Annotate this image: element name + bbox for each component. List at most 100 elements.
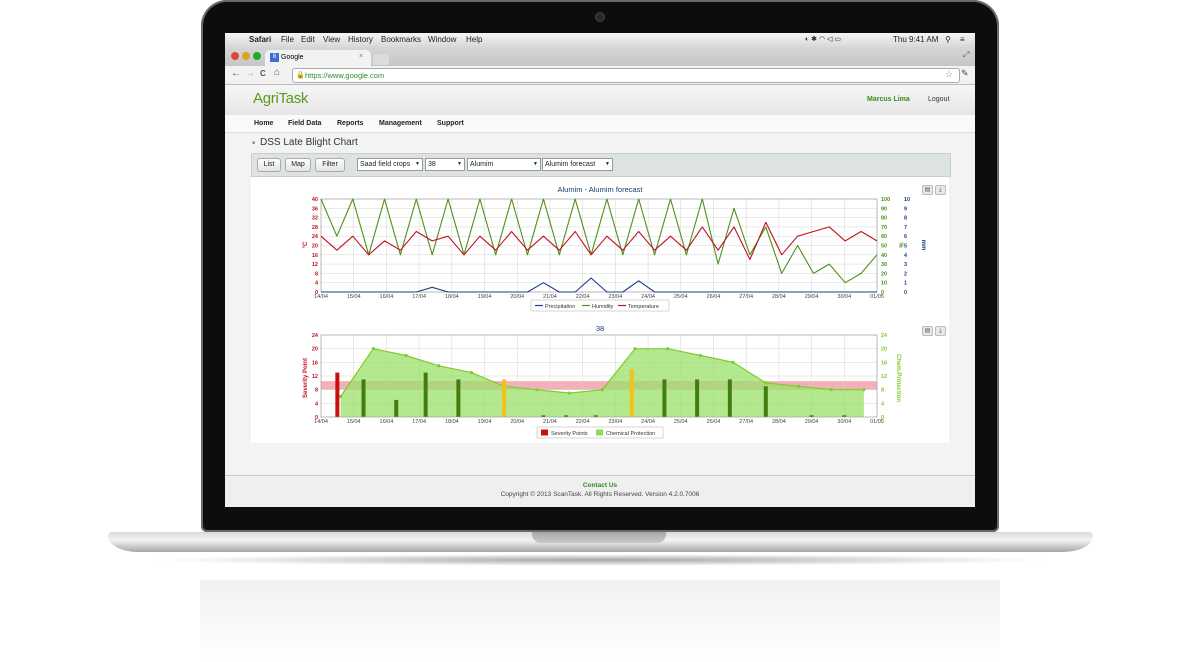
x-tick: 18/04: [445, 294, 459, 300]
x-tick: 22/04: [576, 294, 590, 300]
legend-temperature[interactable]: Temperature: [628, 304, 659, 310]
home-icon[interactable]: ⌂: [274, 67, 280, 78]
x-tick: 23/04: [608, 419, 622, 425]
screen: Safari File Edit View History Bookmarks …: [225, 33, 975, 507]
mac-menubar: Safari File Edit View History Bookmarks …: [225, 33, 975, 47]
nav-field-data[interactable]: Field Data: [288, 120, 321, 127]
protection-point: [731, 360, 735, 364]
legend-humidity[interactable]: Humidity: [592, 304, 614, 310]
forecast-select[interactable]: Alumim forecast ▼: [542, 158, 613, 171]
close-tab-icon[interactable]: ×: [359, 53, 363, 60]
severity-bar: [662, 379, 667, 417]
menu-history[interactable]: History: [348, 35, 373, 44]
y-left-tick: 8: [315, 271, 318, 277]
menu-bookmarks[interactable]: Bookmarks: [381, 35, 421, 44]
minimize-window-icon[interactable]: [242, 52, 250, 60]
user-name[interactable]: Marcus Lima: [867, 96, 910, 103]
agritask-logo[interactable]: AgriTask: [253, 90, 308, 107]
chart2-y-left-label: Severity Point: [303, 358, 309, 398]
lock-icon: 🔒: [296, 72, 305, 79]
y-left-tick: 24: [312, 333, 319, 339]
plot-select-value: 38: [428, 161, 436, 168]
forward-icon[interactable]: →: [245, 68, 255, 79]
nav-support[interactable]: Support: [437, 120, 464, 127]
back-icon[interactable]: ←: [231, 68, 241, 79]
y-right-tick: 70: [881, 225, 887, 231]
y-left-tick: 12: [312, 262, 318, 268]
laptop-shadow: [150, 554, 1050, 566]
y-right2-tick: 3: [904, 262, 907, 268]
nav-reports[interactable]: Reports: [337, 120, 363, 127]
menu-app[interactable]: Safari: [249, 35, 271, 44]
chart1-y-right-label: %: [897, 242, 903, 248]
content-area: ■ DSS Late Blight Chart List Map Filter …: [225, 133, 975, 475]
download-icon[interactable]: ⤓: [935, 326, 946, 336]
blight-chart: 38 0 04 48 812 1216 1620 2024 2414/04 15/04 16/04…: [303, 324, 901, 439]
address-bar[interactable]: 🔒 https://www.google.com ☆: [292, 68, 960, 83]
reload-icon[interactable]: C: [260, 69, 266, 78]
y-right2-tick: 9: [904, 206, 907, 212]
zoom-window-icon[interactable]: [253, 52, 261, 60]
chart1-y-left-label: °C: [303, 241, 309, 248]
severity-bar: [456, 379, 461, 417]
x-tick: 15/04: [347, 294, 361, 300]
protection-point: [567, 391, 572, 395]
menu-clock: Thu 9:41 AM: [893, 35, 939, 44]
x-tick: 21/04: [543, 294, 557, 300]
bookmark-star-icon[interactable]: ☆: [945, 69, 953, 80]
x-tick: 25/04: [674, 419, 688, 425]
y-right-tick: 100: [881, 197, 890, 203]
y-right-tick: 90: [881, 206, 887, 212]
menu-edit[interactable]: Edit: [301, 35, 315, 44]
x-tick: 28/04: [772, 419, 786, 425]
x-tick: 19/04: [478, 294, 492, 300]
severity-bar: [335, 372, 340, 417]
menu-view[interactable]: View: [323, 35, 340, 44]
crop-select[interactable]: Saad field crops ▼: [357, 158, 423, 171]
menu-help[interactable]: Help: [466, 35, 482, 44]
protection-point: [666, 347, 670, 351]
print-icon[interactable]: ▤: [922, 185, 933, 195]
chevron-down-icon: ▼: [415, 161, 420, 167]
y-left-tick: 32: [312, 216, 318, 222]
plot-select[interactable]: 38 ▼: [425, 158, 465, 171]
menu-file[interactable]: File: [281, 35, 294, 44]
y-right2-tick: 2: [904, 271, 907, 277]
google-favicon-icon: 8: [270, 53, 279, 62]
print-icon[interactable]: ▤: [922, 326, 933, 336]
nav-home[interactable]: Home: [254, 120, 273, 127]
browser-tab[interactable]: 8 Google ×: [265, 50, 371, 66]
contact-link[interactable]: Contact Us: [225, 482, 975, 489]
copyright-text: Copyright © 2013 ScanTask. All Rights Re…: [500, 491, 700, 498]
legend-severity-points[interactable]: Severity Points: [551, 431, 588, 437]
laptop-notch: [532, 532, 666, 543]
legend-chemical-protection[interactable]: Chemical Protection: [606, 431, 655, 437]
map-button[interactable]: Map: [285, 158, 311, 172]
close-window-icon[interactable]: [231, 52, 239, 60]
new-tab-button[interactable]: [373, 54, 389, 65]
list-button[interactable]: List: [257, 158, 281, 172]
wrench-icon[interactable]: ✎: [961, 68, 969, 79]
x-tick: 16/04: [380, 419, 394, 425]
x-tick: 29/04: [805, 294, 819, 300]
filter-button[interactable]: Filter: [315, 158, 345, 172]
fullscreen-icon[interactable]: ⤢: [963, 50, 969, 60]
site-footer: Contact Us Copyright © 2013 ScanTask. Al…: [225, 475, 975, 507]
logout-link[interactable]: Logout: [928, 96, 949, 103]
x-tick: 16/04: [380, 294, 394, 300]
nav-management[interactable]: Management: [379, 120, 422, 127]
x-tick: 20/04: [510, 294, 524, 300]
x-tick: 23/04: [608, 294, 622, 300]
menu-window[interactable]: Window: [428, 35, 456, 44]
y-right2-tick: 0: [904, 290, 907, 296]
list-icon[interactable]: ≡: [960, 35, 965, 44]
protection-point: [796, 384, 801, 388]
legend-precipitation[interactable]: Precipitation: [545, 304, 575, 310]
y-left-tick: 20: [312, 244, 318, 250]
station-select[interactable]: Alumim ▼: [467, 158, 541, 171]
y-right-tick: 80: [881, 216, 887, 222]
chart1-title: Alumim - Alumim forecast: [557, 185, 643, 194]
download-icon[interactable]: ⤓: [935, 185, 946, 195]
protection-point: [339, 394, 343, 399]
spotlight-icon[interactable]: ⚲: [945, 35, 951, 44]
